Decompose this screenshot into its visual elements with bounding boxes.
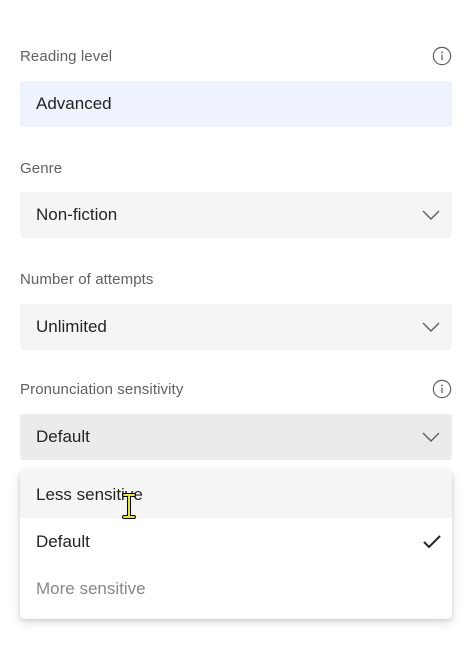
reading-level-field[interactable]: Advanced — [20, 81, 452, 127]
chevron-down-icon — [422, 209, 440, 221]
reading-level-value: Advanced — [36, 94, 112, 113]
pronunciation-options-menu: Less sensitive Default More sensitive — [20, 471, 452, 619]
option-more-sensitive[interactable]: More sensitive — [20, 565, 452, 612]
pronunciation-label: Pronunciation sensitivity — [20, 381, 184, 398]
option-less-sensitive[interactable]: Less sensitive — [20, 471, 452, 518]
attempts-value: Unlimited — [36, 317, 107, 336]
reading-level-label: Reading level — [20, 48, 113, 65]
genre-label: Genre — [20, 160, 63, 177]
option-label: Less sensitive — [36, 484, 143, 504]
pronunciation-dropdown[interactable]: Default — [20, 414, 452, 460]
settings-form: Reading level Advanced Genre Non-fiction… — [0, 0, 474, 647]
attempts-label: Number of attempts — [20, 271, 154, 288]
option-label: More sensitive — [36, 578, 146, 598]
genre-value: Non-fiction — [36, 205, 118, 224]
pronunciation-value: Default — [36, 427, 90, 446]
chevron-down-icon — [422, 321, 440, 333]
info-icon[interactable] — [432, 379, 452, 399]
option-label: Default — [36, 531, 90, 551]
checkmark-icon — [422, 534, 442, 550]
chevron-down-icon — [422, 431, 440, 443]
option-default[interactable]: Default — [20, 518, 452, 565]
attempts-dropdown[interactable]: Unlimited — [20, 304, 452, 350]
genre-dropdown[interactable]: Non-fiction — [20, 192, 452, 238]
info-icon[interactable] — [432, 46, 452, 66]
